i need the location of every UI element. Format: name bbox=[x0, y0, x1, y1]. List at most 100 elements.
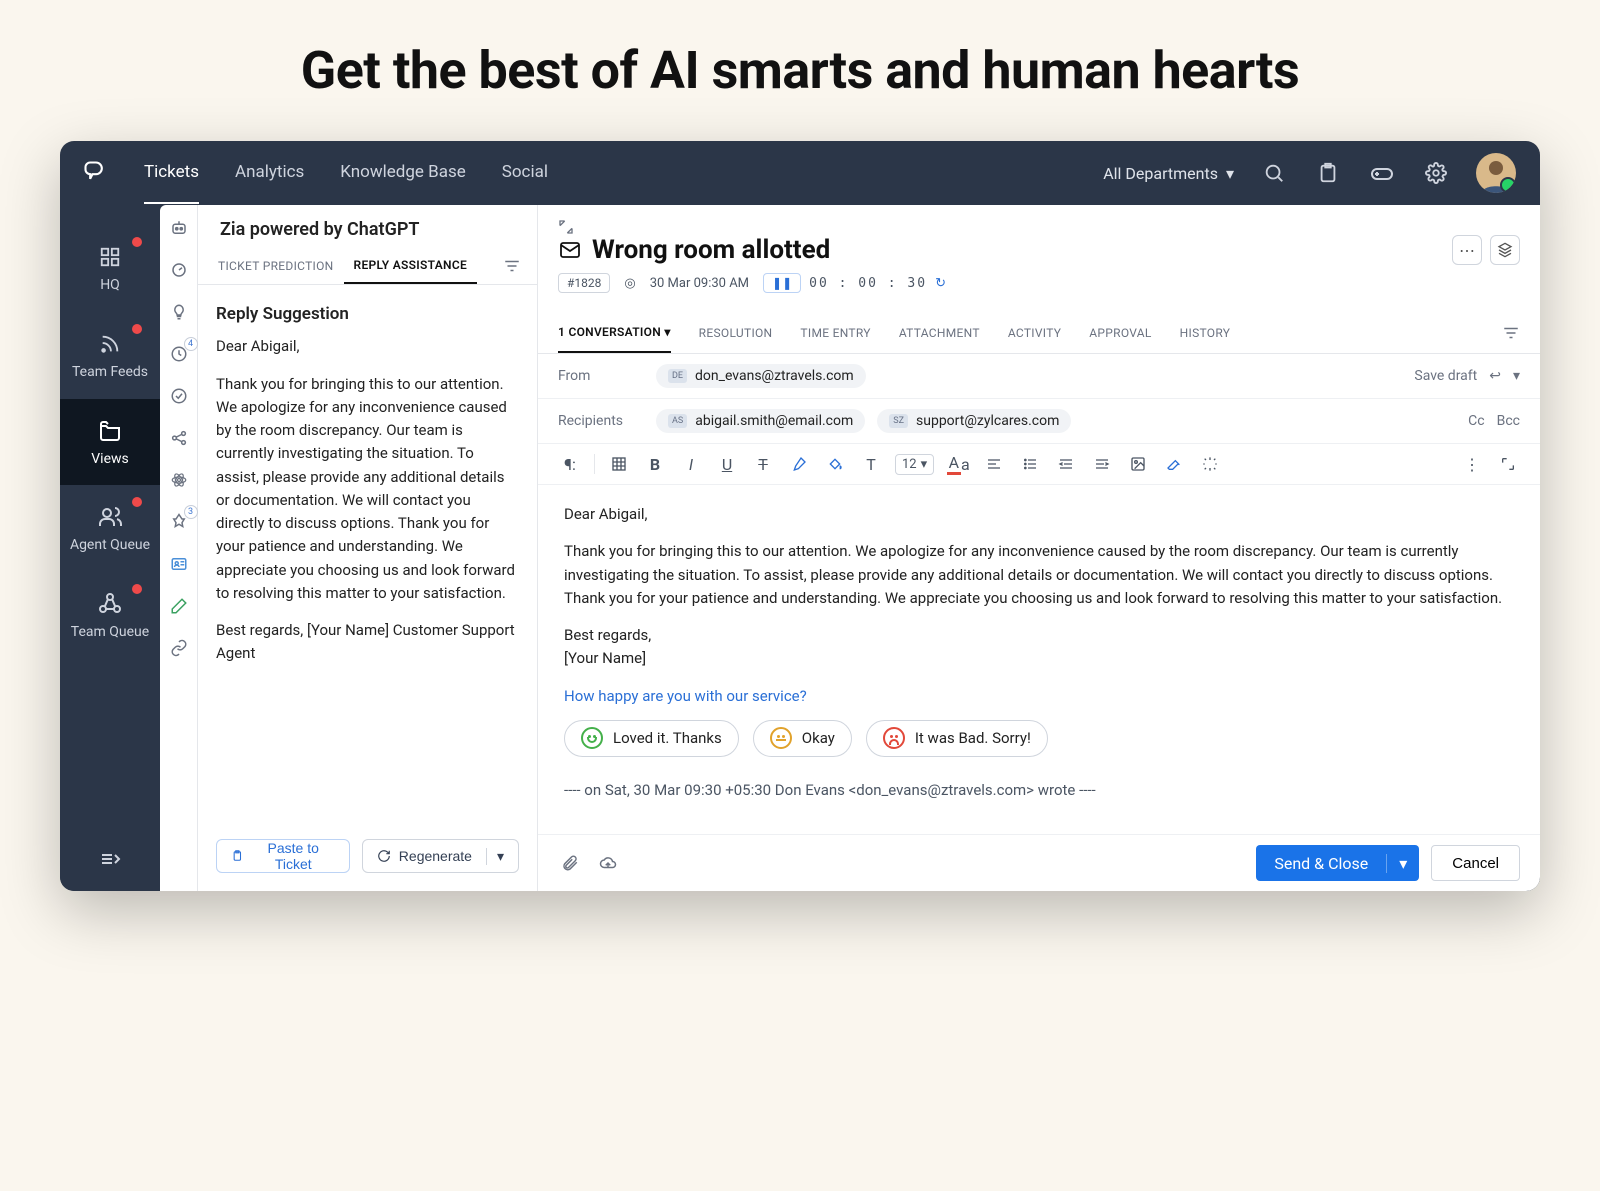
filter-icon[interactable] bbox=[497, 251, 527, 281]
cancel-button[interactable]: Cancel bbox=[1431, 845, 1520, 881]
search-icon[interactable] bbox=[1260, 159, 1288, 187]
app-logo[interactable] bbox=[76, 153, 116, 193]
text-icon[interactable]: T bbox=[859, 452, 883, 476]
clear-format-icon[interactable]: T bbox=[751, 452, 775, 476]
csat-question[interactable]: How happy are you with our service? bbox=[564, 685, 1514, 708]
leftnav-hq[interactable]: HQ bbox=[60, 225, 160, 312]
reply-icon[interactable]: ↩ bbox=[1489, 368, 1501, 384]
pencil-icon[interactable] bbox=[168, 595, 190, 617]
user-avatar[interactable] bbox=[1476, 153, 1516, 193]
from-pill[interactable]: DE don_evans@ztravels.com bbox=[656, 364, 866, 388]
align-icon[interactable] bbox=[982, 452, 1006, 476]
checkmark-circle-icon[interactable] bbox=[168, 385, 190, 407]
timer-refresh-icon[interactable]: ↻ bbox=[935, 276, 946, 291]
cc-link[interactable]: Cc bbox=[1468, 413, 1484, 429]
zia-dial-icon[interactable] bbox=[168, 259, 190, 281]
tab-conversation[interactable]: 1 CONVERSATION ▾ bbox=[558, 313, 671, 353]
sad-face-icon bbox=[883, 727, 905, 749]
notification-dot bbox=[132, 324, 142, 334]
pin-icon[interactable] bbox=[168, 511, 190, 533]
zia-tab-prediction[interactable]: TICKET PREDICTION bbox=[208, 249, 344, 283]
more-horizontal-icon[interactable]: ⋯ bbox=[1452, 235, 1482, 265]
leftnav-team-queue[interactable]: Team Queue bbox=[60, 572, 160, 659]
chevron-down-icon[interactable]: ▾ bbox=[1513, 368, 1520, 384]
clipboard-icon[interactable] bbox=[1314, 159, 1342, 187]
left-nav: HQ Team Feeds Views Agent Queue Team Que… bbox=[60, 205, 160, 891]
sparkle-icon[interactable] bbox=[1198, 452, 1222, 476]
topnav-knowledge-base[interactable]: Knowledge Base bbox=[340, 142, 465, 204]
regenerate-button[interactable]: Regenerate ▾ bbox=[362, 839, 519, 873]
expand-icon[interactable] bbox=[1496, 452, 1520, 476]
recipient-tag: SZ bbox=[889, 414, 908, 428]
highlight-icon[interactable] bbox=[787, 452, 811, 476]
csat-loved-it[interactable]: Loved it. Thanks bbox=[564, 720, 739, 757]
indent-left-icon[interactable] bbox=[1054, 452, 1078, 476]
zia-tabs: TICKET PREDICTION REPLY ASSISTANCE bbox=[198, 248, 537, 285]
tab-resolution[interactable]: RESOLUTION bbox=[699, 314, 773, 352]
recipient-pill[interactable]: SZ support@zylcares.com bbox=[877, 409, 1071, 433]
link-icon[interactable] bbox=[168, 637, 190, 659]
bcc-link[interactable]: Bcc bbox=[1497, 413, 1520, 429]
zia-bot-icon[interactable] bbox=[168, 217, 190, 239]
folder-icon bbox=[96, 417, 124, 445]
topnav-tickets[interactable]: Tickets bbox=[144, 142, 199, 204]
tab-time-entry[interactable]: TIME ENTRY bbox=[800, 314, 870, 352]
filter-icon[interactable] bbox=[1502, 324, 1520, 342]
department-label: All Departments bbox=[1103, 164, 1218, 183]
clock-icon[interactable] bbox=[168, 343, 190, 365]
tab-approval[interactable]: APPROVAL bbox=[1089, 314, 1151, 352]
pods-icon bbox=[96, 590, 124, 618]
italic-icon[interactable]: I bbox=[679, 452, 703, 476]
paragraph-style-icon[interactable]: ¶: bbox=[558, 452, 582, 476]
fill-icon[interactable] bbox=[823, 452, 847, 476]
recipients-row: Recipients AS abigail.smith@email.com SZ… bbox=[538, 399, 1540, 444]
topnav-analytics[interactable]: Analytics bbox=[235, 142, 304, 204]
department-selector[interactable]: All Departments ▾ bbox=[1103, 164, 1234, 183]
paste-to-ticket-button[interactable]: Paste to Ticket bbox=[216, 839, 350, 873]
ticket-title: Wrong room allotted bbox=[558, 235, 830, 265]
crosshair-icon[interactable]: ◎ bbox=[624, 276, 635, 291]
font-size-selector[interactable]: 12▾ bbox=[895, 454, 934, 475]
text-color-icon[interactable]: Aa bbox=[946, 452, 970, 476]
underline-icon[interactable]: U bbox=[715, 452, 739, 476]
tab-activity[interactable]: ACTIVITY bbox=[1008, 314, 1061, 352]
atom-icon[interactable] bbox=[168, 469, 190, 491]
recipients-label: Recipients bbox=[558, 413, 644, 429]
id-card-icon[interactable] bbox=[168, 553, 190, 575]
paste-label: Paste to Ticket bbox=[252, 840, 335, 872]
save-draft-link[interactable]: Save draft bbox=[1414, 368, 1477, 384]
eraser-icon[interactable] bbox=[1162, 452, 1186, 476]
leftnav-team-feeds[interactable]: Team Feeds bbox=[60, 312, 160, 399]
tab-attachment[interactable]: ATTACHMENT bbox=[899, 314, 980, 352]
leftnav-views[interactable]: Views bbox=[60, 399, 160, 486]
indent-right-icon[interactable] bbox=[1090, 452, 1114, 476]
pause-icon[interactable]: ❚❚ bbox=[763, 273, 801, 293]
attachment-icon[interactable] bbox=[558, 851, 582, 875]
email-editor[interactable]: Dear Abigail, Thank you for bringing thi… bbox=[538, 485, 1540, 834]
topnav-social[interactable]: Social bbox=[502, 142, 548, 204]
leftnav-agent-queue[interactable]: Agent Queue bbox=[60, 485, 160, 572]
share-icon[interactable] bbox=[168, 427, 190, 449]
chevron-down-icon[interactable]: ▾ bbox=[1386, 854, 1419, 873]
expand-nav-icon[interactable] bbox=[98, 847, 122, 871]
csat-okay[interactable]: Okay bbox=[753, 720, 852, 757]
gamepad-icon[interactable] bbox=[1368, 159, 1396, 187]
cloud-upload-icon[interactable] bbox=[596, 851, 620, 875]
more-vertical-icon[interactable]: ⋮ bbox=[1460, 452, 1484, 476]
people-icon bbox=[96, 503, 124, 531]
recipient-pill[interactable]: AS abigail.smith@email.com bbox=[656, 409, 865, 433]
chevron-down-icon: ▾ bbox=[1226, 164, 1234, 183]
compose-area: From DE don_evans@ztravels.com Save draf… bbox=[538, 354, 1540, 891]
zia-tab-reply-assistance[interactable]: REPLY ASSISTANCE bbox=[344, 248, 478, 284]
tab-history[interactable]: HISTORY bbox=[1180, 314, 1231, 352]
send-close-button[interactable]: Send & Close ▾ bbox=[1256, 845, 1419, 881]
csat-bad[interactable]: It was Bad. Sorry! bbox=[866, 720, 1048, 757]
bold-icon[interactable]: B bbox=[643, 452, 667, 476]
bullet-list-icon[interactable] bbox=[1018, 452, 1042, 476]
lightbulb-icon[interactable] bbox=[168, 301, 190, 323]
gear-icon[interactable] bbox=[1422, 159, 1450, 187]
table-icon[interactable] bbox=[607, 452, 631, 476]
layers-icon[interactable] bbox=[1490, 235, 1520, 265]
rss-icon bbox=[96, 330, 124, 358]
image-icon[interactable] bbox=[1126, 452, 1150, 476]
